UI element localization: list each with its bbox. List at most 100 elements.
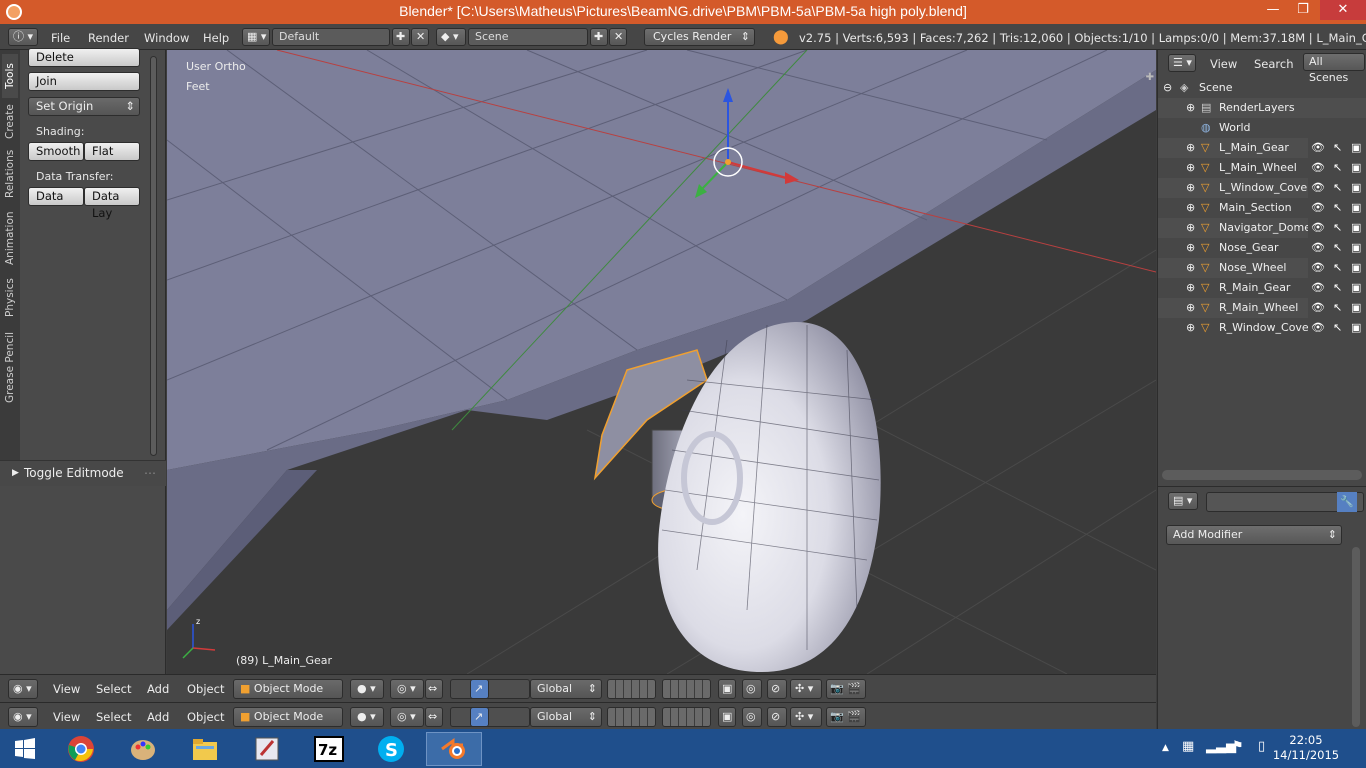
manipulator-toggles[interactable] — [450, 707, 530, 727]
renderable-camera-icon[interactable]: ▣ — [1351, 198, 1361, 218]
renderable-camera-icon[interactable]: ▣ — [1351, 258, 1361, 278]
expand-icon[interactable]: ⊕ — [1186, 318, 1195, 338]
visibility-eye-icon[interactable]: 👁 — [1311, 238, 1325, 258]
menu-file[interactable]: File — [51, 31, 70, 45]
visibility-eye-icon[interactable]: 👁 — [1311, 278, 1325, 298]
drag-handle-icon[interactable]: ⋯ — [144, 461, 156, 485]
visibility-eye-icon[interactable]: 👁 — [1311, 138, 1325, 158]
expand-icon[interactable]: ⊕ — [1186, 158, 1195, 178]
paint-program-icon[interactable] — [246, 732, 288, 766]
windows-start-icon[interactable] — [4, 732, 46, 766]
layers-grid-1[interactable] — [607, 707, 656, 727]
selectable-cursor-icon[interactable]: ↖ — [1333, 218, 1342, 238]
manipulator-center-icon[interactable]: ⇔ — [425, 679, 443, 699]
proportional-edit-icon[interactable]: ◎ — [742, 707, 762, 727]
header-menu-object[interactable]: Object — [187, 710, 224, 724]
visibility-eye-icon[interactable]: 👁 — [1311, 298, 1325, 318]
snap-toggle-icon[interactable]: ⊘ — [767, 707, 787, 727]
outliner-row-world[interactable]: ◍ World — [1158, 118, 1366, 138]
expand-icon[interactable]: ⊕ — [1186, 238, 1195, 258]
renderable-camera-icon[interactable]: ▣ — [1351, 298, 1361, 318]
outliner-menu-view[interactable]: View — [1210, 57, 1237, 71]
paint-icon[interactable] — [122, 732, 164, 766]
orientation-dropdown[interactable]: Global ⇕ — [530, 679, 602, 699]
outliner-scrollbar[interactable] — [1162, 470, 1362, 480]
renderable-camera-icon[interactable]: ▣ — [1351, 218, 1361, 238]
selectable-cursor-icon[interactable]: ↖ — [1333, 238, 1342, 258]
outliner-row-object[interactable]: ⊕ ▽ L_Main_Wheel 👁 ↖ ▣ — [1158, 158, 1366, 178]
data-layout-button[interactable]: Data Lay — [84, 187, 140, 220]
layers-grid-2[interactable] — [662, 707, 711, 727]
chrome-icon[interactable] — [60, 732, 102, 766]
proportional-edit-icon[interactable]: ◎ — [742, 679, 762, 699]
smooth-button[interactable]: Smooth — [28, 142, 84, 161]
flat-button[interactable]: Flat — [84, 142, 140, 161]
taskbar-clock[interactable]: 22:05 14/11/2015 — [1266, 733, 1346, 763]
add-modifier-dropdown[interactable]: Add Modifier ⇕ — [1166, 525, 1342, 545]
viewport-split-icon[interactable]: ✚ — [1146, 72, 1154, 83]
file-explorer-icon[interactable] — [184, 732, 226, 766]
header-menu-view[interactable]: View — [53, 682, 80, 696]
lock-layers-icon[interactable]: ▣ — [718, 707, 736, 727]
selectable-cursor-icon[interactable]: ↖ — [1333, 138, 1342, 158]
selectable-cursor-icon[interactable]: ↖ — [1333, 278, 1342, 298]
manipulator-toggles[interactable] — [450, 679, 530, 699]
expand-icon[interactable]: ⊕ — [1186, 218, 1195, 238]
pivot-dropdown[interactable]: ◎ ▾ — [390, 707, 424, 727]
menu-render[interactable]: Render — [88, 31, 129, 45]
visibility-eye-icon[interactable]: 👁 — [1311, 318, 1325, 338]
display-mode-dropdown[interactable]: All Scenes — [1303, 53, 1365, 84]
tab-physics[interactable]: Physics — [2, 274, 18, 322]
editor-type-properties-icon[interactable]: ▤ ▾ — [1168, 492, 1198, 510]
mode-dropdown[interactable]: ■ Object Mode — [233, 707, 343, 727]
expand-icon[interactable]: ⊕ — [1186, 178, 1195, 198]
visibility-eye-icon[interactable]: 👁 — [1311, 178, 1325, 198]
editor-type-3d-icon[interactable]: ◉ ▾ — [8, 707, 38, 727]
data-button[interactable]: Data — [28, 187, 84, 206]
render-preview-icons[interactable]: 📷 🎬 — [826, 679, 866, 699]
join-button[interactable]: Join — [28, 72, 140, 91]
set-origin-dropdown[interactable]: Set Origin ⇕ — [28, 97, 140, 116]
blender-taskbar-icon[interactable] — [426, 732, 482, 766]
header-menu-object[interactable]: Object — [187, 682, 224, 696]
screen-layout-icon[interactable]: ▦ ▾ — [242, 28, 270, 46]
menu-window[interactable]: Window — [144, 31, 189, 45]
outliner-row-object[interactable]: ⊕ ▽ R_Main_Gear 👁 ↖ ▣ — [1158, 278, 1366, 298]
expand-icon[interactable]: ⊕ — [1186, 198, 1195, 218]
outliner-row-object[interactable]: ⊕ ▽ Nose_Wheel 👁 ↖ ▣ — [1158, 258, 1366, 278]
pivot-dropdown[interactable]: ◎ ▾ — [390, 679, 424, 699]
editor-type-3d-icon[interactable]: ◉ ▾ — [8, 679, 38, 699]
renderable-camera-icon[interactable]: ▣ — [1351, 318, 1361, 338]
layers-grid-2[interactable] — [662, 679, 711, 699]
scene-icon[interactable]: ◆ ▾ — [436, 28, 466, 46]
collapse-icon[interactable]: ⊖ — [1163, 78, 1172, 98]
flag-icon[interactable]: ⚑ — [1232, 739, 1244, 754]
header-menu-select[interactable]: Select — [96, 710, 131, 724]
outliner-row-object[interactable]: ⊕ ▽ R_Window_Cover 👁 ↖ ▣ — [1158, 318, 1366, 338]
minimize-button[interactable]: — — [1258, 0, 1288, 20]
outliner-row-object[interactable]: ⊕ ▽ Main_Section 👁 ↖ ▣ — [1158, 198, 1366, 218]
visibility-eye-icon[interactable]: 👁 — [1311, 198, 1325, 218]
outliner-row-renderlayers[interactable]: ⊕ ▤ RenderLayers — [1158, 98, 1366, 118]
selectable-cursor-icon[interactable]: ↖ — [1333, 318, 1342, 338]
tool-shelf-scrollbar[interactable] — [150, 56, 157, 456]
shading-dropdown[interactable]: ● ▾ — [350, 679, 384, 699]
editor-type-outliner-icon[interactable]: ☰ ▾ — [1168, 54, 1196, 72]
modifier-tab-icon[interactable]: 🔧 — [1337, 492, 1357, 512]
outliner-row-object[interactable]: ⊕ ▽ Nose_Gear 👁 ↖ ▣ — [1158, 238, 1366, 258]
remove-scene-icon[interactable]: ✕ — [609, 28, 627, 46]
action-center-icon[interactable]: ▦ — [1182, 739, 1194, 754]
selectable-cursor-icon[interactable]: ↖ — [1333, 258, 1342, 278]
add-layout-icon[interactable]: ✚ — [392, 28, 410, 46]
outliner-row-object[interactable]: ⊕ ▽ L_Window_Cover 👁 ↖ ▣ — [1158, 178, 1366, 198]
expand-icon[interactable]: ⊕ — [1186, 278, 1195, 298]
visibility-eye-icon[interactable]: 👁 — [1311, 258, 1325, 278]
menu-help[interactable]: Help — [203, 31, 229, 45]
renderable-camera-icon[interactable]: ▣ — [1351, 158, 1361, 178]
add-scene-icon[interactable]: ✚ — [590, 28, 608, 46]
tab-grease-pencil[interactable]: Grease Pencil — [2, 326, 18, 408]
translate-manipulator-icon[interactable]: ↗ — [470, 707, 489, 727]
skype-icon[interactable]: S — [370, 732, 412, 766]
snap-element-dropdown[interactable]: ✣ ▾ — [790, 707, 822, 727]
visibility-eye-icon[interactable]: 👁 — [1311, 218, 1325, 238]
